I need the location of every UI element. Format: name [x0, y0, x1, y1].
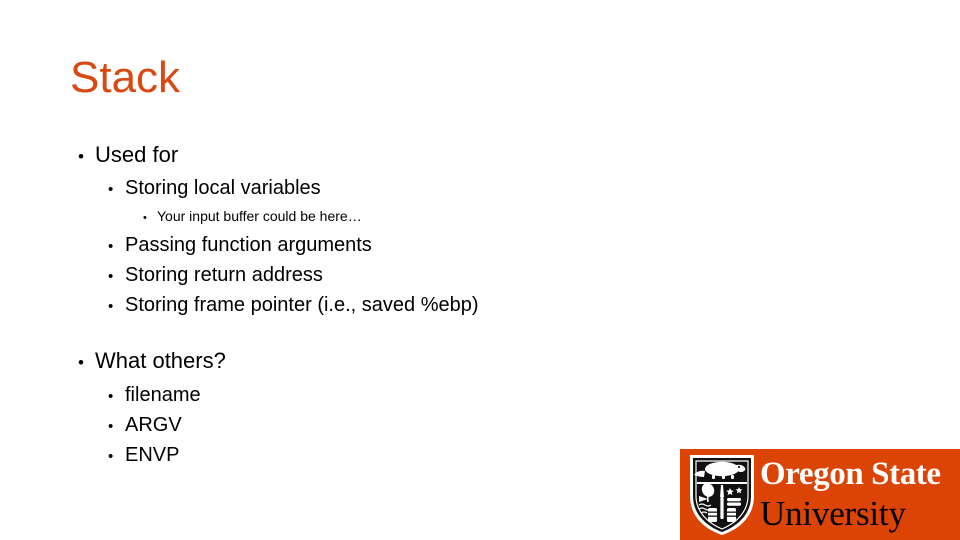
- bullet-item-storing-return-address: • Storing return address: [70, 261, 670, 291]
- bullet-marker-icon: •: [78, 353, 84, 372]
- slide-canvas: Stack • Used for • Storing local variabl…: [0, 0, 960, 540]
- bullet-marker-icon: •: [108, 388, 114, 405]
- bullet-marker-icon: •: [108, 298, 114, 315]
- osu-wordmark-line2: University: [760, 494, 906, 533]
- bullet-marker-icon: •: [108, 181, 114, 198]
- bullet-label: Passing function arguments: [125, 234, 372, 256]
- bullet-label: Used for: [95, 142, 179, 167]
- bullet-item-what-others: • What others?: [70, 345, 670, 379]
- bullet-section: • What others? • filename • ARGV • ENVP: [70, 345, 670, 471]
- slide-body: • Used for • Storing local variables • Y…: [70, 140, 670, 471]
- bullet-item-passing-function-arguments: • Passing function arguments: [70, 231, 670, 261]
- bullet-section: • Used for • Storing local variables • Y…: [70, 140, 670, 321]
- bullet-item-storing-frame-pointer: • Storing frame pointer (i.e., saved %eb…: [70, 291, 670, 321]
- bullet-label: Storing local variables: [125, 177, 321, 199]
- bullet-item-storing-local-variables: • Storing local variables: [70, 174, 670, 204]
- bullet-marker-icon: •: [108, 268, 114, 285]
- bullet-marker-icon: •: [108, 448, 114, 465]
- bullet-item-used-for: • Used for: [70, 140, 670, 172]
- bullet-marker-icon: •: [108, 238, 114, 255]
- bullet-item-input-buffer: • Your input buffer could be here…: [70, 204, 670, 231]
- bullet-label: Storing frame pointer (i.e., saved %ebp): [125, 294, 479, 316]
- bullet-marker-icon: •: [143, 212, 147, 224]
- osu-wordmark-line1: Oregon State: [760, 456, 941, 492]
- bullet-label: Your input buffer could be here…: [157, 208, 362, 224]
- osu-wordmark: Oregon State University: [760, 455, 956, 534]
- bullet-label: Storing return address: [125, 264, 323, 286]
- bullet-item-envp: • ENVP: [70, 441, 670, 471]
- osu-beaver-shield-icon: [690, 455, 754, 535]
- page-title: Stack: [70, 53, 181, 102]
- bullet-item-filename: • filename: [70, 381, 670, 411]
- bullet-item-argv: • ARGV: [70, 411, 670, 441]
- bullet-label: ARGV: [125, 414, 182, 436]
- bullet-marker-icon: •: [78, 147, 84, 166]
- bullet-marker-icon: •: [108, 418, 114, 435]
- bullet-label: What others?: [95, 348, 226, 373]
- bullet-label: ENVP: [125, 444, 180, 466]
- osu-logo: Oregon State University: [680, 449, 960, 540]
- bullet-label: filename: [125, 384, 201, 406]
